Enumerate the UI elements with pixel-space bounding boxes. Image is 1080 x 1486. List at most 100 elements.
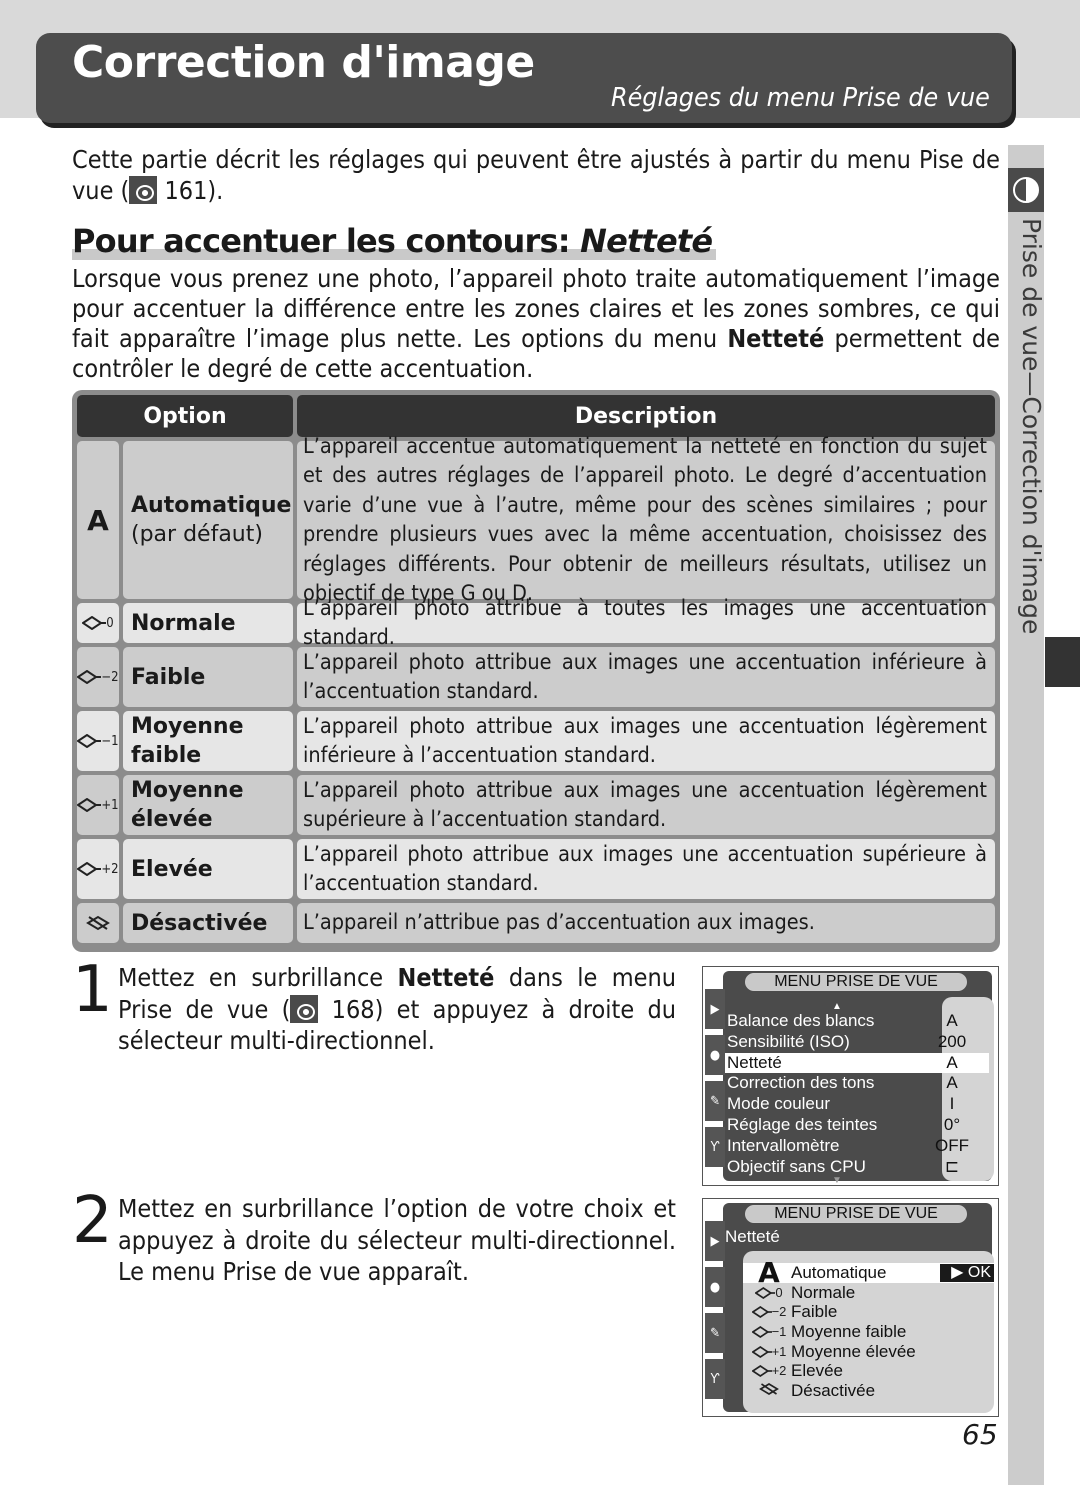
lcd-menu-item[interactable]: Balance des blancs A [725, 1011, 989, 1032]
intro-ref-page[interactable]: 161 [164, 176, 207, 205]
page-reference-icon [290, 994, 319, 1023]
option-name-cell: Moyenne faible [123, 711, 293, 771]
lcd-menu-item[interactable]: Intervallomètre OFF [725, 1136, 989, 1157]
lcd-menu-item[interactable]: Objectif sans CPU ⊏ [725, 1157, 989, 1178]
table-row: −2 Faible L’appareil photo attribue aux im… [77, 647, 995, 707]
option-icon-cell: −1 [77, 711, 119, 771]
section-heading: Pour accentuer les contours: Netteté [72, 222, 717, 260]
page-title: Correction d'image [72, 37, 535, 88]
lcd-item-value: I [949, 1094, 955, 1114]
scroll-up-arrow-icon[interactable]: ▲ [685, 1002, 989, 1012]
lcd-option-item[interactable]: −1 Moyenne faible [743, 1322, 994, 1342]
table-row: Désactivée L’appareil n’attribue pas d’ac… [77, 903, 995, 943]
lcd-option-label: Moyenne élevée [791, 1341, 916, 1361]
pencil-icon[interactable]: ✎ [705, 1081, 725, 1121]
table-row: 0 Normale L’appareil photo attribue à tout… [77, 596, 995, 650]
lcd-option-item[interactable]: −2 Faible [743, 1302, 994, 1322]
page-number: 65 [962, 1418, 998, 1451]
lcd-item-value: A [946, 1073, 958, 1093]
option-name: Désactivée [131, 910, 268, 936]
option-icon-cell: +1 [77, 775, 119, 835]
lcd-item-label: Réglage des teintes [727, 1114, 878, 1134]
step-1: 1 Mettez en surbrillance Netteté dans le… [72, 958, 676, 1057]
option-name: Normale [131, 610, 236, 636]
sharpening-icon: +1 [77, 798, 119, 813]
option-name-cell: Désactivée [123, 903, 293, 943]
table-row: A Automatique (par défaut) L’appareil accen… [77, 434, 995, 606]
sharpening-icon: −1 [751, 1322, 786, 1342]
sharpening-icon: +2 [77, 862, 119, 877]
lcd-item-label: Balance des blancs [727, 1011, 875, 1030]
para-bold: Netteté [727, 324, 825, 353]
page-subtitle: Réglages du menu Prise de vue [611, 83, 990, 113]
half-circle-icon [1008, 168, 1044, 212]
ok-button[interactable]: ▶ OK [940, 1264, 994, 1282]
lcd-option-label: Elevée [791, 1361, 843, 1381]
option-name-cell: Normale [123, 603, 293, 643]
options-table: Option Description A Automatique (par défa… [72, 390, 1000, 952]
lcd-side-tabs: ▶ ● ✎ Ƴ [705, 1221, 725, 1405]
lcd-menu-item[interactable]: Sensibilité (ISO) 200 [725, 1032, 989, 1053]
camera-menu-screen-1: ▶ ● ✎ Ƴ MENU PRISE DE VUE ▲ Balance des b… [702, 966, 999, 1186]
lcd-option-label: Normale [791, 1282, 856, 1302]
playback-icon[interactable]: ▶ [705, 1221, 725, 1261]
lcd-item-label: Sensibilité (ISO) [727, 1031, 850, 1051]
lcd-option-item[interactable]: A Automatique ▶ OK [743, 1259, 994, 1287]
folder-icon: ⊏ [944, 1156, 960, 1176]
lcd-item-value: 200 [937, 1031, 967, 1051]
option-name: Moyenne faible [131, 714, 244, 768]
lcd-item-value: A [946, 1011, 958, 1030]
lcd-option-item[interactable]: 0 Normale [743, 1283, 994, 1303]
section-paragraph: Lorsque vous prenez une photo, l’apparei… [72, 264, 1000, 384]
option-name: Moyenne élevée [131, 778, 244, 832]
option-name: Faible [131, 664, 206, 690]
camera-menu-screen-2: ▶ ● ✎ Ƴ MENU PRISE DE VUE Netteté A Autom… [702, 1198, 999, 1417]
option-icon-cell: A [77, 441, 119, 599]
option-icon-cell [77, 903, 119, 943]
lcd-menu-item[interactable]: Réglage des teintes 0° [725, 1115, 989, 1136]
option-description: L’appareil photo attribue aux images une… [297, 647, 995, 707]
camera-icon[interactable]: ● [705, 1267, 725, 1307]
sharpening-icon: 0 [755, 1283, 783, 1303]
option-description: L’appareil n’attribue pas d’accentuation… [297, 903, 995, 943]
step-number: 1 [72, 953, 113, 1027]
step-text-part: Mettez en surbrillance [118, 963, 398, 992]
lcd-item-label: Correction des tons [727, 1073, 875, 1093]
wrench-icon[interactable]: Ƴ [705, 1359, 725, 1399]
option-name-cell: Elevée [123, 839, 293, 899]
sharpening-icon: 0 [82, 616, 114, 631]
lcd-menu-list: ▲ Balance des blancs A Sensibilité (ISO) 200… [725, 1002, 989, 1186]
lcd-item-label: Intervallomètre [727, 1135, 840, 1155]
page-reference-icon [129, 176, 158, 204]
option-description: L’appareil photo attribue à toutes les i… [297, 596, 995, 650]
header-option: Option [77, 395, 293, 437]
lcd-option-list: A Automatique ▶ OK 0 Normale −2 Faible −1 Moyenn… [743, 1259, 994, 1401]
lcd-option-item[interactable]: Désactivée [743, 1381, 994, 1401]
lcd-item-label: Netteté [727, 1052, 782, 1072]
lcd-option-item[interactable]: +2 Elevée [743, 1361, 994, 1381]
lcd-menu-title: MENU PRISE DE VUE [745, 1205, 967, 1223]
option-icon-cell: 0 [77, 603, 119, 643]
pencil-icon[interactable]: ✎ [705, 1313, 725, 1353]
lcd-option-label: Moyenne faible [791, 1322, 907, 1342]
lcd-option-item[interactable]: +1 Moyenne élevée [743, 1342, 994, 1362]
wrench-icon[interactable]: Ƴ [705, 1127, 725, 1167]
chapter-tab-marker [1045, 637, 1080, 687]
option-description: L’appareil accentue automatiquement la n… [297, 434, 995, 606]
lcd-menu-item[interactable]: Netteté A [725, 1052, 989, 1074]
lcd-menu-item[interactable]: Correction des tons A [725, 1073, 989, 1094]
lcd-item-label: Objectif sans CPU [727, 1156, 866, 1176]
option-icon-cell: +2 [77, 839, 119, 899]
intro-paragraph: Cette partie décrit les réglages qui peu… [72, 144, 1000, 206]
scroll-down-arrow-icon[interactable]: ▼ [685, 1176, 989, 1186]
table-row: +2 Elevée L’appareil photo attribue aux im… [77, 839, 995, 899]
lcd-item-label: Mode couleur [727, 1094, 831, 1114]
side-tab-label: Prise de vue—Correction d'image [1017, 218, 1046, 635]
lcd-submenu-heading: Netteté [725, 1227, 780, 1246]
camera-icon[interactable]: ● [705, 1035, 725, 1075]
sharpening-icon: −2 [751, 1302, 786, 1322]
lcd-menu-item[interactable]: Mode couleur I [725, 1094, 989, 1115]
step-ref-page[interactable]: 168 [332, 995, 375, 1024]
section-heading-italic: Netteté [580, 222, 713, 260]
lcd-side-tabs: ▶ ● ✎ Ƴ [705, 989, 725, 1173]
